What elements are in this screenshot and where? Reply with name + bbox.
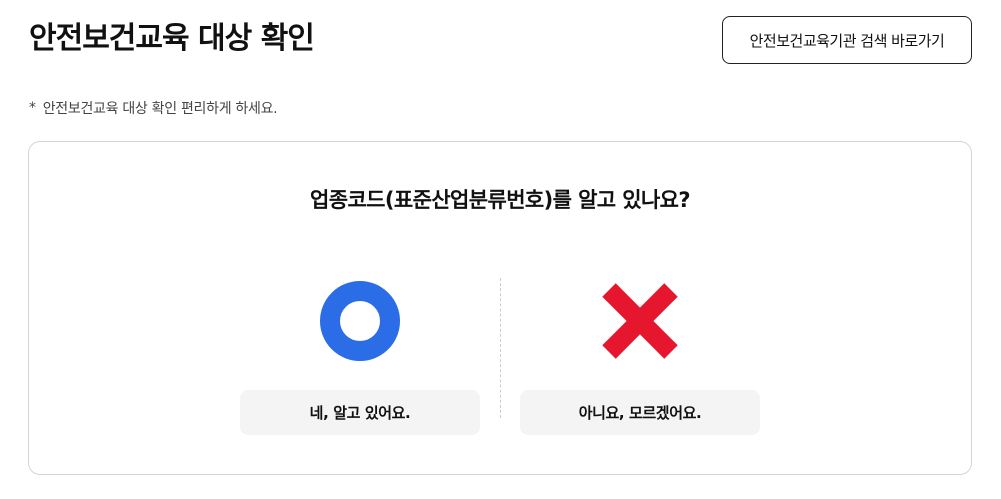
option-yes[interactable]: 네, 알고 있어요. [240,280,480,436]
notice-text: 안전보건교육 대상 확인 편리하게 하세요. [42,101,278,117]
notice: * 안전보건교육 대상 확인 편리하게 하세요. [29,98,278,118]
cross-x-icon[interactable] [600,280,680,362]
org-search-button[interactable]: 안전보건교육기관 검색 바로가기 [722,16,972,64]
no-answer-button[interactable]: 아니요, 모르겠어요. [520,390,760,435]
question-text: 업종코드(표준산업분류번호)를 알고 있나요? [310,188,691,212]
page-title: 안전보건교육 대상 확인 [29,21,315,56]
circle-o-icon[interactable] [320,280,400,362]
yes-answer-button[interactable]: 네, 알고 있어요. [240,390,480,435]
option-divider [500,278,501,418]
question-card: 업종코드(표준산업분류번호)를 알고 있나요? 네, 알고 있어요. 아니요, … [28,141,972,475]
notice-marker: * [29,100,36,116]
option-no[interactable]: 아니요, 모르겠어요. [520,280,760,436]
